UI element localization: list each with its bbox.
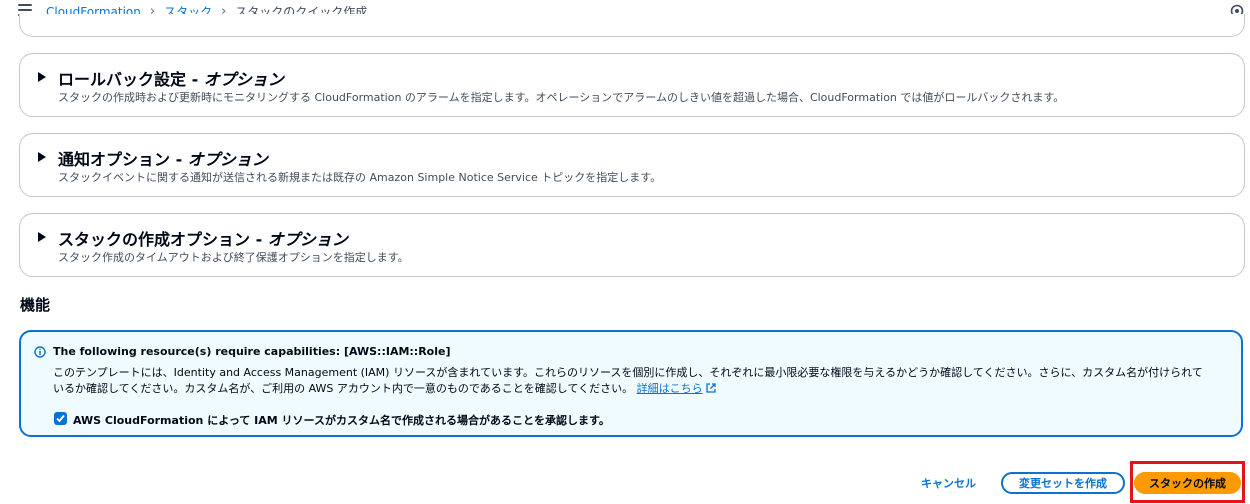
checkmark-icon bbox=[56, 414, 65, 423]
capabilities-heading: 機能 bbox=[20, 296, 51, 314]
external-link-icon[interactable] bbox=[705, 383, 716, 393]
panel-title[interactable]: スタックの作成オプション - オプション bbox=[58, 226, 348, 250]
alert-body: このテンプレートには、Identity and Access Managemen… bbox=[53, 365, 1213, 397]
stack-creation-options-panel[interactable]: スタックの作成オプション - オプション スタック作成のタイムアウトおよび終了保… bbox=[19, 213, 1245, 277]
rollback-settings-panel[interactable]: ロールバック設定 - オプション スタックの作成時および更新時にモニタリングする… bbox=[19, 53, 1245, 117]
cancel-button[interactable]: キャンセル bbox=[905, 472, 992, 494]
capabilities-alert: The following resource(s) require capabi… bbox=[19, 330, 1243, 437]
create-stack-button[interactable]: スタックの作成 bbox=[1134, 472, 1241, 494]
info-icon bbox=[34, 346, 46, 358]
notification-options-panel[interactable]: 通知オプション - オプション スタックイベントに関する通知が送信される新規また… bbox=[19, 133, 1245, 197]
caret-right-icon[interactable] bbox=[38, 152, 46, 162]
caret-right-icon[interactable] bbox=[38, 232, 46, 242]
create-change-set-button[interactable]: 変更セットを作成 bbox=[1001, 472, 1125, 494]
alert-title: The following resource(s) require capabi… bbox=[53, 345, 451, 358]
acknowledge-label[interactable]: AWS CloudFormation によって IAM リソースがカスタム名で作… bbox=[73, 412, 610, 428]
previous-panel-edge bbox=[19, 14, 1245, 37]
panel-title[interactable]: 通知オプション - オプション bbox=[58, 146, 268, 170]
learn-more-link[interactable]: 詳細はこちら bbox=[637, 382, 703, 395]
acknowledge-checkbox[interactable] bbox=[54, 412, 67, 425]
panel-description: スタックの作成時および更新時にモニタリングする CloudFormation の… bbox=[58, 91, 1065, 104]
panel-title[interactable]: ロールバック設定 - オプション bbox=[58, 66, 284, 90]
alert-body-text: このテンプレートには、Identity and Access Managemen… bbox=[53, 366, 1203, 395]
panel-description: スタック作成のタイムアウトおよび終了保護オプションを指定します。 bbox=[58, 251, 409, 264]
caret-right-icon[interactable] bbox=[38, 72, 46, 82]
panel-description: スタックイベントに関する通知が送信される新規または既存の Amazon Simp… bbox=[58, 171, 662, 184]
